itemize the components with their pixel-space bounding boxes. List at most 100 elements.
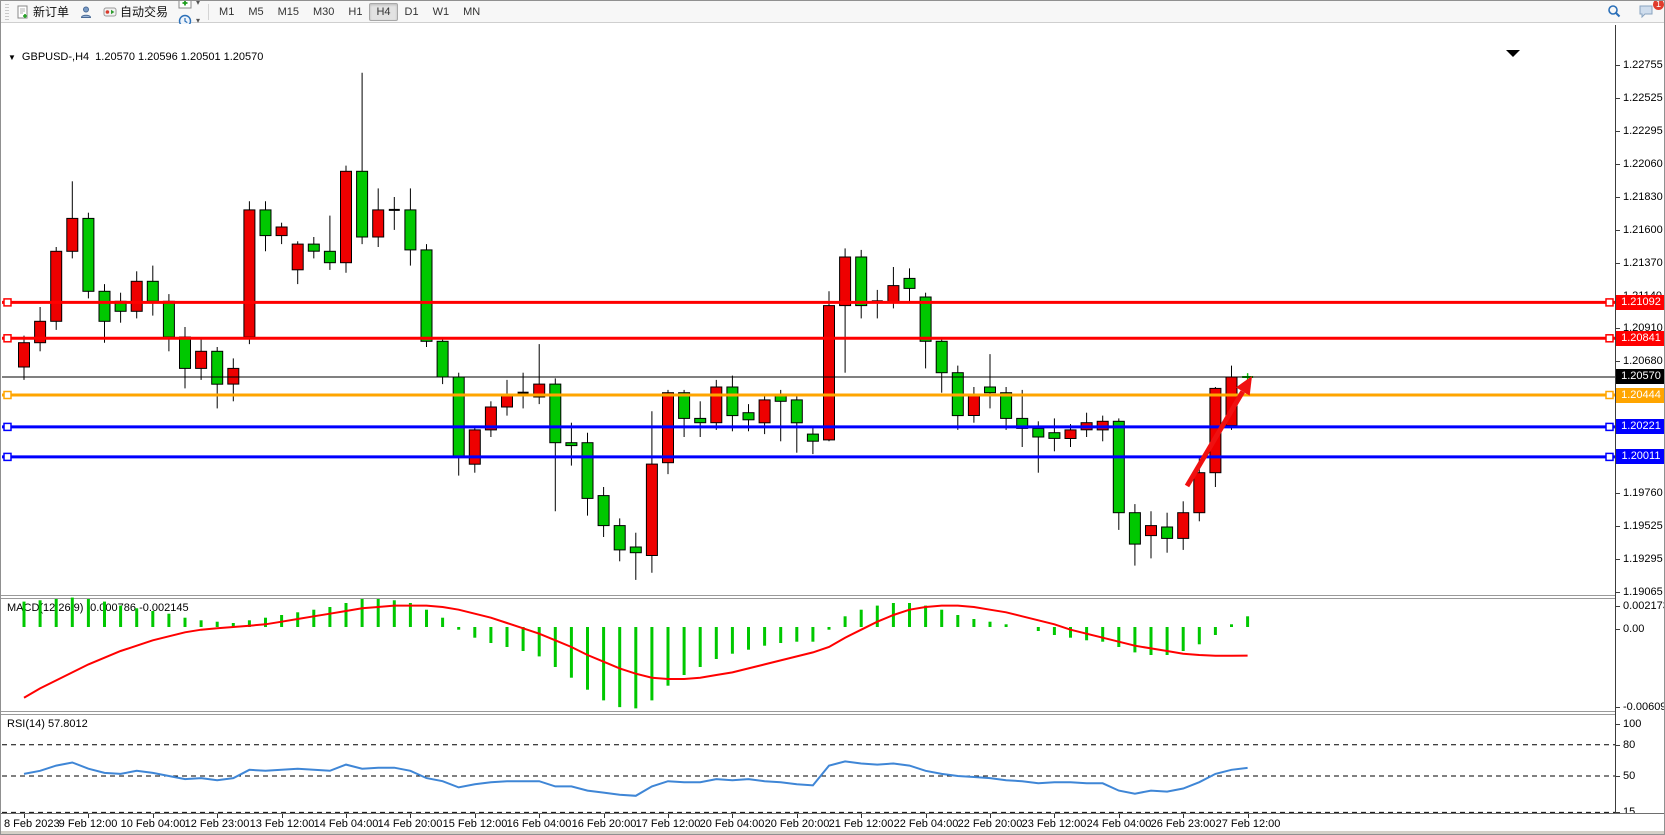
timeframe-mn-button[interactable]: MN <box>456 3 487 21</box>
macd-title: MACD(12,26,9) -0.000786 -0.002145 <box>7 602 189 614</box>
price-tick-label: 1.19525 <box>1623 520 1663 532</box>
new-order-icon <box>16 5 30 19</box>
price-line-badge: 1.20221 <box>1616 419 1665 434</box>
time-label: 13 Feb 12:00 <box>250 818 315 830</box>
price-line-badge: 1.20444 <box>1616 388 1665 403</box>
price-tick-mark <box>1615 493 1620 494</box>
toolbar-right: 1 <box>1602 2 1658 20</box>
rsi-tick-mark <box>1615 776 1620 777</box>
time-label: 12 Feb 23:00 <box>185 818 250 830</box>
mt4-window: 新订单 自动交易 ▾▾▾EFAT▾ M1M5M15M30H1H4D1W1MN 1… <box>0 0 1665 835</box>
timeframe-m5-button[interactable]: M5 <box>241 3 270 21</box>
time-label: 24 Feb 04:00 <box>1087 818 1152 830</box>
price-line-badge: 1.20011 <box>1616 449 1665 464</box>
timeframe-m1-button[interactable]: M1 <box>212 3 241 21</box>
window-bottom-edge <box>1 831 1664 834</box>
autotrading-label: 自动交易 <box>120 3 168 20</box>
price-tick-label: 1.19760 <box>1623 487 1663 499</box>
add-indicator-icon <box>178 0 192 10</box>
new-order-label: 新订单 <box>33 3 69 20</box>
pane-separator[interactable] <box>1 711 1665 712</box>
time-label: 20 Feb 04:00 <box>700 818 765 830</box>
time-label: 15 Feb 12:00 <box>443 818 508 830</box>
price-tick-label: 1.21370 <box>1623 257 1663 269</box>
timeframe-w1-button[interactable]: W1 <box>426 3 457 21</box>
price-pane[interactable] <box>1 25 1615 595</box>
timeframe-h1-button[interactable]: H1 <box>341 3 369 21</box>
macd-tick-mark <box>1615 629 1620 630</box>
rsi-tick-mark <box>1615 745 1620 746</box>
price-tick-mark <box>1615 526 1620 527</box>
autotrading-icon <box>103 5 117 19</box>
toolbar-separator <box>208 4 209 20</box>
price-tick-label: 1.20680 <box>1623 355 1663 367</box>
price-tick-mark <box>1615 559 1620 560</box>
rsi-tick-mark <box>1615 724 1620 725</box>
autotrading-button[interactable]: 自动交易 <box>98 3 173 21</box>
price-line-badge: 1.20841 <box>1616 331 1665 346</box>
time-label: 10 Feb 04:00 <box>121 818 186 830</box>
macd-tick-mark <box>1615 707 1620 708</box>
new-order-button[interactable]: 新订单 <box>11 3 74 21</box>
rsi-tick-label: 80 <box>1623 739 1635 751</box>
price-tick-mark <box>1615 164 1620 165</box>
price-tick-mark <box>1615 361 1620 362</box>
price-line-badge: 1.21092 <box>1616 295 1665 310</box>
main-toolbar: 新订单 自动交易 ▾▾▾EFAT▾ M1M5M15M30H1H4D1W1MN 1 <box>1 1 1664 23</box>
notification-badge: 1 <box>1653 0 1664 10</box>
price-line-badge: 1.20570 <box>1616 369 1665 384</box>
price-tick-label: 1.22060 <box>1623 158 1663 170</box>
rsi-title: RSI(14) 57.8012 <box>7 718 88 730</box>
profile-button[interactable] <box>74 3 98 21</box>
time-label: 20 Feb 20:00 <box>765 818 830 830</box>
rsi-tick-label: 50 <box>1623 770 1635 782</box>
price-tick-mark <box>1615 328 1620 329</box>
timeframe-d1-button[interactable]: D1 <box>398 3 426 21</box>
dropdown-caret[interactable]: ▾ <box>196 0 200 7</box>
market-icon <box>79 0 93 1</box>
chart-title: ▼ GBPUSD-,H4 1.20570 1.20596 1.20501 1.2… <box>8 51 263 63</box>
price-tick-label: 1.22755 <box>1623 59 1663 71</box>
timeframe-m30-button[interactable]: M30 <box>306 3 341 21</box>
chart-window: ▼ GBPUSD-,H4 1.20570 1.20596 1.20501 1.2… <box>1 24 1665 835</box>
macd-pane[interactable] <box>1 599 1615 710</box>
price-tick-label: 1.19295 <box>1623 553 1663 565</box>
toolbar-grip[interactable] <box>5 4 9 20</box>
pane-separator[interactable] <box>1 595 1665 596</box>
timeframe-m15-button[interactable]: M15 <box>271 3 306 21</box>
time-label: 16 Feb 04:00 <box>507 818 572 830</box>
macd-tick-label: 0.00 <box>1623 623 1644 635</box>
time-label: 27 Feb 12:00 <box>1216 818 1281 830</box>
price-tick-mark <box>1615 98 1620 99</box>
time-label: 22 Feb 20:00 <box>958 818 1023 830</box>
price-tick-mark <box>1615 197 1620 198</box>
notifications-button[interactable]: 1 <box>1634 2 1658 20</box>
macd-tick-mark <box>1615 606 1620 607</box>
chart-ohlc-readout: 1.20570 1.20596 1.20501 1.20570 <box>95 51 263 63</box>
time-label: 23 Feb 12:00 <box>1022 818 1087 830</box>
macd-tick-label: 0.002173 <box>1623 600 1665 612</box>
price-tick-label: 1.22295 <box>1623 125 1663 137</box>
time-label: 9 Feb 12:00 <box>59 818 118 830</box>
time-label: 17 Feb 12:00 <box>636 818 701 830</box>
price-tick-mark <box>1615 65 1620 66</box>
time-label: 14 Feb 20:00 <box>378 818 443 830</box>
timeframe-h4-button[interactable]: H4 <box>369 3 397 21</box>
price-tick-mark <box>1615 263 1620 264</box>
macd-tick-label: -0.006094 <box>1623 701 1665 713</box>
rsi-tick-label: 100 <box>1623 718 1641 730</box>
time-label: 26 Feb 23:00 <box>1151 818 1216 830</box>
collapse-icon[interactable]: ▼ <box>8 53 16 62</box>
add-indicator-button[interactable]: ▾ <box>173 0 205 12</box>
search-button[interactable] <box>1602 2 1626 20</box>
price-tick-label: 1.21600 <box>1623 224 1663 236</box>
time-label: 14 Feb 04:00 <box>314 818 379 830</box>
price-tick-mark <box>1615 131 1620 132</box>
price-tick-mark <box>1615 592 1620 593</box>
time-axis[interactable]: 8 Feb 20239 Feb 12:0010 Feb 04:0012 Feb … <box>1 813 1665 833</box>
chart-symbol-period: GBPUSD-,H4 <box>22 51 89 63</box>
time-label: 21 Feb 12:00 <box>829 818 894 830</box>
profile-icon <box>79 5 93 19</box>
time-label: 8 Feb 2023 <box>4 818 60 830</box>
price-tick-label: 1.21830 <box>1623 191 1663 203</box>
